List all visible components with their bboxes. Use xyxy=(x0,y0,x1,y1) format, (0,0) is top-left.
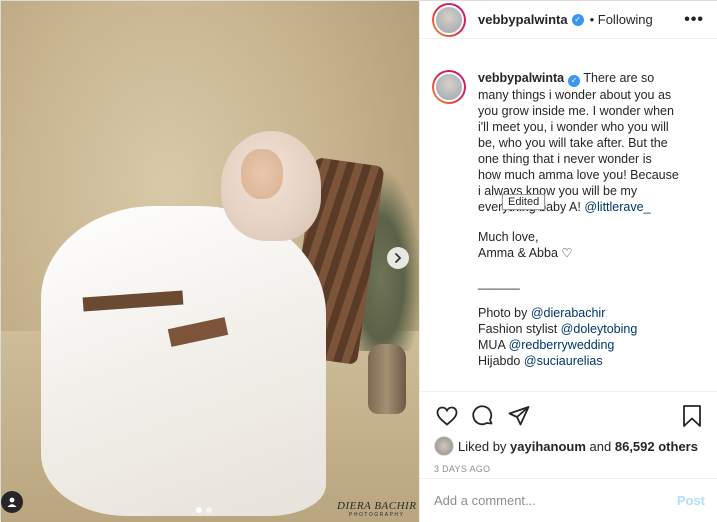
caption-divider: ______ xyxy=(478,276,520,290)
watermark-name: DIERA BACHIR xyxy=(337,500,417,512)
caption-line: i'll meet you, i wonder who you will xyxy=(478,120,669,134)
separator-dot: • xyxy=(589,12,595,27)
share-icon xyxy=(508,406,530,426)
following-label: Following xyxy=(597,12,653,27)
post-header: vebbypalwinta ✓ • Following ••• xyxy=(420,1,717,39)
watermark-subtitle: PHOTOGRAPHY xyxy=(349,512,405,518)
caption-line: Amma & Abba ♡ xyxy=(478,246,573,260)
caption-line: you grow inside me. I wonder when xyxy=(478,104,674,118)
liker-avatar[interactable] xyxy=(434,436,454,456)
bookmark-icon xyxy=(683,405,701,427)
save-button[interactable] xyxy=(679,403,705,429)
post-sidebar: vebbypalwinta ✓ • Following ••• vebbypal… xyxy=(419,1,717,522)
carousel-next-button[interactable] xyxy=(387,247,409,269)
person-icon xyxy=(7,497,17,507)
user-tags-button[interactable] xyxy=(1,491,23,513)
post-photo[interactable]: DIERA BACHIR PHOTOGRAPHY xyxy=(1,1,419,522)
caption-line: There are so xyxy=(583,71,655,85)
liked-by-mid: and xyxy=(589,438,612,454)
photographer-watermark: DIERA BACHIR PHOTOGRAPHY xyxy=(337,500,416,518)
credit-line: MUA @redberrywedding xyxy=(478,337,698,353)
carousel-dots xyxy=(196,507,212,513)
author-avatar[interactable] xyxy=(432,2,466,37)
mention-link[interactable]: @littlerave_ xyxy=(584,200,650,214)
like-button[interactable] xyxy=(434,403,460,429)
photo-dress xyxy=(41,206,326,516)
credit-label: Fashion stylist xyxy=(478,322,561,336)
credit-label: Photo by xyxy=(478,306,531,320)
instagram-post: DIERA BACHIR PHOTOGRAPHY vebbypalwinta ✓… xyxy=(0,0,717,522)
likes-summary: Liked by yayihanoum and 86,592 others xyxy=(434,436,705,456)
comment-input[interactable] xyxy=(434,493,677,508)
caption-avatar[interactable] xyxy=(432,70,466,104)
caption-line: Much love, xyxy=(478,230,539,244)
photo-face xyxy=(241,149,283,199)
credit-line: Fashion stylist @doleytobing xyxy=(478,321,698,337)
mention-link[interactable]: @doleytobing xyxy=(561,322,638,336)
credit-line: Photo by @dierabachir xyxy=(478,305,698,321)
action-icons xyxy=(434,400,705,432)
comment-icon xyxy=(472,405,493,426)
verified-badge-icon: ✓ xyxy=(571,13,584,26)
post-comment-button[interactable]: Post xyxy=(677,493,705,508)
comment-bar: Post xyxy=(420,478,717,522)
caption-line: be, who you will take after. But the xyxy=(478,136,668,150)
liked-by-prefix: Liked by xyxy=(458,438,507,454)
liked-by-user[interactable]: yayihanoum xyxy=(510,439,586,454)
liked-by-count[interactable]: 86,592 others xyxy=(615,439,698,454)
heart-icon xyxy=(436,406,458,426)
post-timestamp[interactable]: 3 DAYS AGO xyxy=(434,464,705,474)
carousel-dot xyxy=(206,507,212,513)
credit-line: Hijabdo @suciaurelias xyxy=(478,353,698,369)
caption-line: how much amma love you! Because xyxy=(478,168,679,182)
more-options-icon[interactable]: ••• xyxy=(684,11,704,29)
post-actions: Liked by yayihanoum and 86,592 others 3 … xyxy=(420,391,717,474)
caption-text: vebbypalwinta ✓ There are so many things … xyxy=(478,70,698,369)
mention-link[interactable]: @dierabachir xyxy=(531,306,606,320)
caption-row: vebbypalwinta ✓ There are so many things … xyxy=(432,70,703,369)
edited-tooltip: Edited xyxy=(502,194,546,210)
caption-line: many things i wonder about you as xyxy=(478,88,672,102)
author-username[interactable]: vebbypalwinta xyxy=(478,12,568,27)
photo-vase xyxy=(368,344,406,414)
credit-label: MUA xyxy=(478,338,509,352)
credit-label: Hijabdo xyxy=(478,354,524,368)
carousel-dot-active xyxy=(196,507,202,513)
chevron-right-icon xyxy=(395,253,402,263)
share-button[interactable] xyxy=(506,403,532,429)
caption-line: one thing that i never wonder is xyxy=(478,152,652,166)
comment-button[interactable] xyxy=(470,403,496,429)
mention-link[interactable]: @redberrywedding xyxy=(509,338,615,352)
caption-username[interactable]: vebbypalwinta xyxy=(478,71,564,85)
verified-badge-icon: ✓ xyxy=(568,75,581,87)
follow-status[interactable]: • Following xyxy=(590,12,653,27)
comments-section[interactable]: vebbypalwinta ✓ There are so many things … xyxy=(420,58,717,388)
mention-link[interactable]: @suciaurelias xyxy=(524,354,603,368)
